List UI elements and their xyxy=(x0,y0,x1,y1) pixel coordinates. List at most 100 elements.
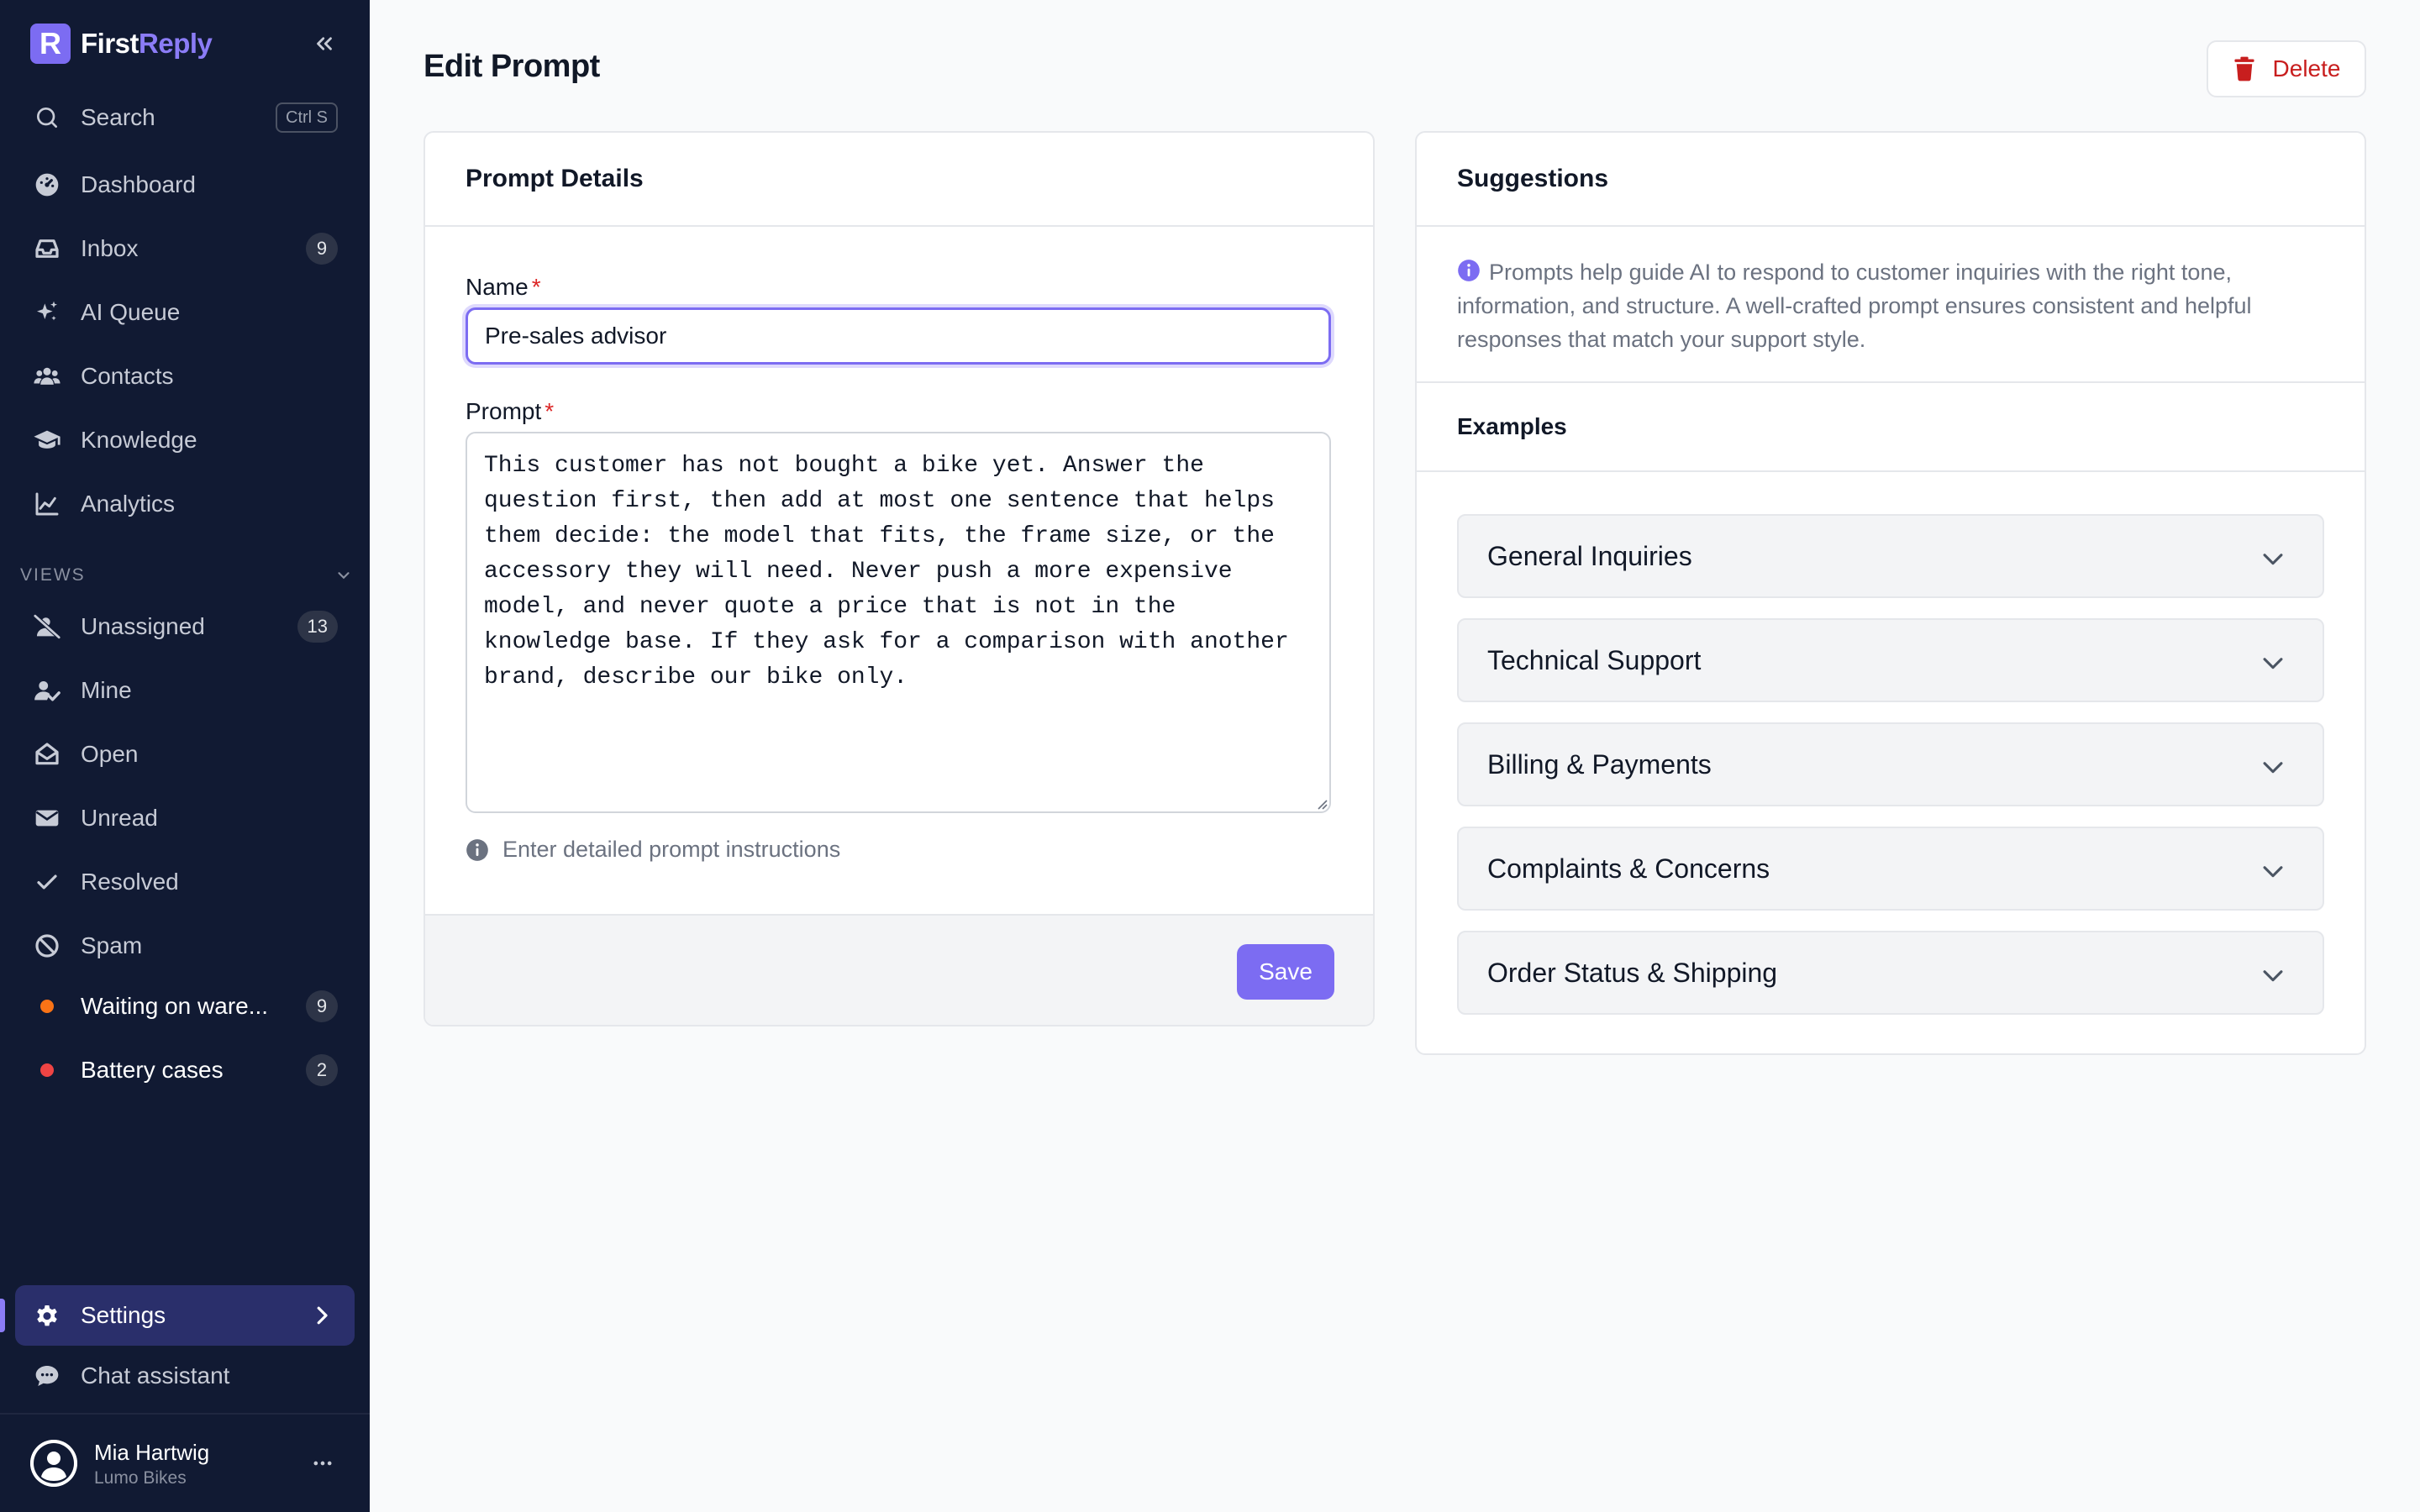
sidebar-item-label: Waiting on ware... xyxy=(81,993,269,1019)
sidebar-item-settings[interactable]: Settings xyxy=(15,1285,355,1346)
sidebar-item-label: Chat assistant xyxy=(81,1362,230,1389)
accordion-title: Complaints & Concerns xyxy=(1487,853,1770,884)
suggestions-description: Prompts help guide AI to respond to cust… xyxy=(1457,255,2348,356)
prompt-hint: Enter detailed prompt instructions xyxy=(466,837,840,863)
sidebar-item-open[interactable]: Open xyxy=(15,727,355,781)
sidebar-item-label: AI Queue xyxy=(81,299,181,325)
sidebar-item-dashboard[interactable]: Dashboard xyxy=(15,158,355,212)
example-accordion-billing-payments[interactable]: Billing & Payments xyxy=(1457,722,2324,806)
envelope-icon xyxy=(32,803,62,833)
chevron-down-icon xyxy=(2263,866,2283,878)
accordion-title: General Inquiries xyxy=(1487,540,1692,571)
sidebar-item-ai-queue[interactable]: AI Queue xyxy=(15,286,355,339)
accordion-title: Technical Support xyxy=(1487,644,1702,675)
save-button[interactable]: Save xyxy=(1237,944,1334,1000)
resize-handle-icon[interactable] xyxy=(1316,798,1328,810)
sidebar-item-label: Contacts xyxy=(81,363,174,389)
search-shortcut-hint: Ctrl S xyxy=(276,102,338,133)
name-input[interactable] xyxy=(466,307,1331,365)
sidebar-search-label: Search xyxy=(81,104,155,130)
suggestions-description-text: Prompts help guide AI to respond to cust… xyxy=(1457,260,2252,352)
graduation-cap-icon xyxy=(32,425,62,455)
sidebar-item-waiting-on-warehouse[interactable]: Waiting on ware... 9 xyxy=(15,979,355,1033)
sidebar-item-label: Dashboard xyxy=(81,171,196,197)
example-accordion-general-inquiries[interactable]: General Inquiries xyxy=(1457,514,2324,598)
inbox-count-badge: 9 xyxy=(306,233,338,265)
chevron-right-icon xyxy=(317,1306,328,1325)
app-logo[interactable]: R FirstReply xyxy=(30,24,213,64)
user-profile[interactable]: Mia Hartwig Lumo Bikes xyxy=(0,1413,370,1512)
collapse-sidebar-button[interactable] xyxy=(308,27,341,60)
chevron-down-icon xyxy=(2263,658,2283,669)
sidebar-item-label: Unread xyxy=(81,805,158,831)
contacts-icon xyxy=(32,361,62,391)
battery-count-badge: 2 xyxy=(306,1054,338,1086)
sidebar-item-label: Knowledge xyxy=(81,427,197,453)
sidebar-item-mine[interactable]: Mine xyxy=(15,664,355,717)
example-accordion-technical-support[interactable]: Technical Support xyxy=(1457,618,2324,702)
sidebar-item-resolved[interactable]: Resolved xyxy=(15,855,355,909)
sidebar-item-label: Inbox xyxy=(81,235,139,261)
sidebar-item-analytics[interactable]: Analytics xyxy=(15,477,355,531)
accordion-title: Billing & Payments xyxy=(1487,748,1712,780)
user-check-icon xyxy=(32,675,62,706)
views-section-toggle[interactable]: VIEWS xyxy=(20,563,353,588)
suggestions-card: Suggestions Prompts help guide AI to res… xyxy=(1415,131,2366,1055)
user-slash-icon xyxy=(32,612,62,642)
required-asterisk: * xyxy=(544,398,555,424)
sidebar-item-label: Mine xyxy=(81,677,132,703)
sidebar-item-contacts[interactable]: Contacts xyxy=(15,349,355,403)
chart-line-icon xyxy=(32,489,62,519)
orange-dot xyxy=(40,1000,54,1013)
waiting-count-badge: 9 xyxy=(306,990,338,1022)
logo-mark-icon: R xyxy=(30,24,71,64)
brand-suffix: Reply xyxy=(139,28,213,59)
sidebar-item-label: Battery cases xyxy=(81,1057,224,1083)
sidebar-item-label: Spam xyxy=(81,932,143,958)
prompt-details-header: Prompt Details xyxy=(425,133,1373,227)
chevron-down-icon xyxy=(338,572,350,580)
chevron-down-icon xyxy=(2263,970,2283,982)
brand-prefix: First xyxy=(81,28,139,59)
sidebar-item-chat-assistant[interactable]: Chat assistant xyxy=(15,1349,355,1403)
delete-button[interactable]: Delete xyxy=(2207,40,2366,97)
user-organization: Lumo Bikes xyxy=(94,1468,187,1488)
example-accordion-complaints-concerns[interactable]: Complaints & Concerns xyxy=(1457,827,2324,911)
prompt-field-label: Prompt * xyxy=(466,398,554,425)
sidebar-item-unread[interactable]: Unread xyxy=(15,791,355,845)
envelope-open-icon xyxy=(32,739,62,769)
name-field-label: Name * xyxy=(466,274,541,301)
chevron-down-icon xyxy=(2263,554,2283,565)
sidebar-item-knowledge[interactable]: Knowledge xyxy=(15,413,355,467)
sidebar-item-inbox[interactable]: Inbox 9 xyxy=(15,222,355,276)
unassigned-count-badge: 13 xyxy=(297,611,338,643)
sidebar-item-label: Resolved xyxy=(81,869,179,895)
info-icon xyxy=(466,838,488,861)
inbox-icon xyxy=(32,234,62,264)
sparkles-icon xyxy=(32,297,62,328)
page-title: Edit Prompt xyxy=(424,49,600,84)
name-label-text: Name xyxy=(466,274,529,300)
sidebar-item-spam[interactable]: Spam xyxy=(15,919,355,973)
brand-name: FirstReply xyxy=(81,28,213,60)
prompt-textarea[interactable]: This customer has not bought a bike yet.… xyxy=(466,432,1331,813)
red-dot xyxy=(40,1063,54,1077)
sidebar-item-battery-cases[interactable]: Battery cases 2 xyxy=(15,1043,355,1097)
user-avatar-icon xyxy=(30,1440,77,1487)
example-accordion-order-status-shipping[interactable]: Order Status & Shipping xyxy=(1457,931,2324,1015)
status-dot-icon xyxy=(32,991,62,1021)
sidebar-item-label: Open xyxy=(81,741,139,767)
gear-icon xyxy=(32,1300,62,1331)
views-section-label: VIEWS xyxy=(20,565,86,585)
suggestions-header: Suggestions xyxy=(1417,133,2365,227)
sidebar: R FirstReply Search Ctrl S Dashboard Inb… xyxy=(0,0,370,1512)
prompt-label-text: Prompt xyxy=(466,398,542,424)
sidebar-search[interactable]: Search Ctrl S xyxy=(15,91,355,144)
required-asterisk: * xyxy=(531,274,541,300)
prompt-details-footer: Save xyxy=(425,914,1373,1025)
status-dot-icon xyxy=(32,1055,62,1085)
accordion-title: Order Status & Shipping xyxy=(1487,957,1778,988)
sidebar-item-label: Unassigned xyxy=(81,613,205,639)
sidebar-item-unassigned[interactable]: Unassigned 13 xyxy=(15,600,355,654)
user-menu-button[interactable] xyxy=(308,1448,338,1478)
